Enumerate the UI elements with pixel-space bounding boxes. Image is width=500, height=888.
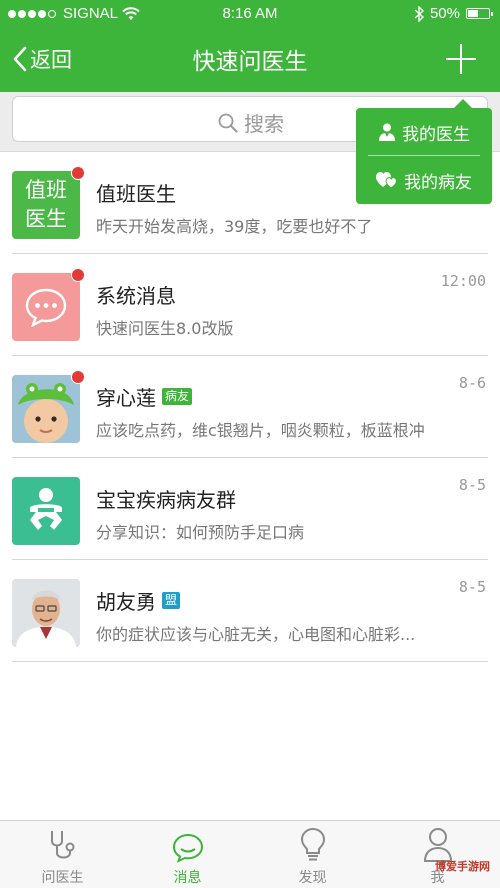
duty-doctor-avatar: 值班 医生 bbox=[12, 171, 80, 239]
group-avatar bbox=[12, 477, 80, 545]
tab-me[interactable]: 我 bbox=[375, 821, 500, 888]
tab-label: 消息 bbox=[173, 870, 202, 886]
search-placeholder: 搜索 bbox=[244, 112, 284, 136]
conversation-name: 宝宝疾病病友群 bbox=[96, 488, 236, 512]
menu-item-label: 我的病友 bbox=[404, 172, 472, 193]
baby-icon bbox=[30, 488, 62, 530]
search-icon bbox=[218, 113, 238, 132]
conversation-time: 8-5 bbox=[458, 578, 486, 596]
nav-bar: 返回 快速问医生 bbox=[0, 28, 500, 92]
conversation-list: 值班 医生 值班医生 昨天开始发高烧，39度，吃要也好不了 系统消息 快速问医生… bbox=[0, 152, 500, 662]
conversation-name: 值班医生 bbox=[96, 182, 176, 206]
avatar-text: 值班 bbox=[25, 178, 67, 202]
conversation-preview: 应该吃点药，维c银翘片，咽炎颗粒，板蓝根冲 bbox=[96, 421, 425, 440]
system-avatar bbox=[12, 273, 80, 341]
doctor-photo-avatar bbox=[12, 579, 80, 647]
tab-discover[interactable]: 发现 bbox=[250, 821, 375, 888]
chat-icon bbox=[172, 833, 203, 863]
chat-bubble-icon bbox=[25, 288, 67, 327]
friend-tag: 病友 bbox=[162, 388, 193, 405]
conversation-name: 穿心莲 病友 bbox=[96, 382, 193, 411]
battery-icon bbox=[466, 8, 493, 19]
watermark-logo: 博爱手游网 bbox=[435, 860, 490, 873]
list-item[interactable]: 胡友勇 盟 你的症状应该与心脏无关，心电图和心脏彩... 8-5 bbox=[0, 560, 500, 662]
add-popup-menu: 我的医生 我的病友 bbox=[356, 99, 492, 204]
conversation-preview: 快速问医生8.0改版 bbox=[96, 319, 234, 338]
stethoscope-icon bbox=[50, 831, 74, 859]
baby-photo-avatar bbox=[12, 375, 80, 443]
bulb-icon bbox=[300, 827, 325, 861]
menu-item-my-friends[interactable]: 我的病友 bbox=[356, 156, 492, 204]
conversation-time: 8-5 bbox=[458, 476, 486, 494]
conversation-preview: 你的症状应该与心脏无关，心电图和心脏彩... bbox=[96, 625, 416, 644]
menu-item-label: 我的医生 bbox=[402, 124, 470, 145]
status-bar: SIGNAL 8:16 AM 50% bbox=[0, 0, 500, 28]
list-item[interactable]: 系统消息 快速问医生8.0改版 12:00 bbox=[0, 254, 500, 356]
hearts-icon bbox=[376, 172, 398, 189]
conversation-name: 系统消息 bbox=[96, 284, 176, 308]
list-item[interactable]: 宝宝疾病病友群 分享知识：如何预防手足口病 8-5 bbox=[0, 458, 500, 560]
conversation-name: 胡友勇 盟 bbox=[96, 586, 181, 615]
conversation-preview: 分享知识：如何预防手足口病 bbox=[96, 523, 305, 542]
conversation-preview: 昨天开始发高烧，39度，吃要也好不了 bbox=[96, 217, 373, 236]
conversation-time: 8-6 bbox=[458, 374, 486, 392]
add-button[interactable] bbox=[444, 42, 478, 76]
tab-bar: 问医生 消息 发现 我 bbox=[0, 820, 500, 888]
avatar-text: 医生 bbox=[25, 207, 67, 231]
page-title: 快速问医生 bbox=[192, 49, 308, 75]
unread-dot bbox=[71, 166, 85, 180]
doctor-icon bbox=[379, 123, 395, 141]
tab-messages[interactable]: 消息 bbox=[125, 821, 250, 888]
tab-ask-doctor[interactable]: 问医生 bbox=[0, 821, 125, 888]
tab-label: 发现 bbox=[298, 870, 327, 886]
unread-dot bbox=[71, 370, 85, 384]
battery-percent: 50% bbox=[429, 5, 460, 22]
list-item[interactable]: 穿心莲 病友 应该吃点药，维c银翘片，咽炎颗粒，板蓝根冲 8-6 bbox=[0, 356, 500, 458]
bluetooth-icon bbox=[414, 5, 424, 22]
unread-dot bbox=[71, 268, 85, 282]
alliance-tag: 盟 bbox=[162, 592, 181, 609]
menu-item-my-doctor[interactable]: 我的医生 bbox=[356, 108, 492, 156]
tab-label: 问医生 bbox=[41, 870, 84, 886]
conversation-time: 12:00 bbox=[440, 272, 486, 290]
top-bar: SIGNAL 8:16 AM 50% 返回 快速问医生 bbox=[0, 0, 500, 92]
